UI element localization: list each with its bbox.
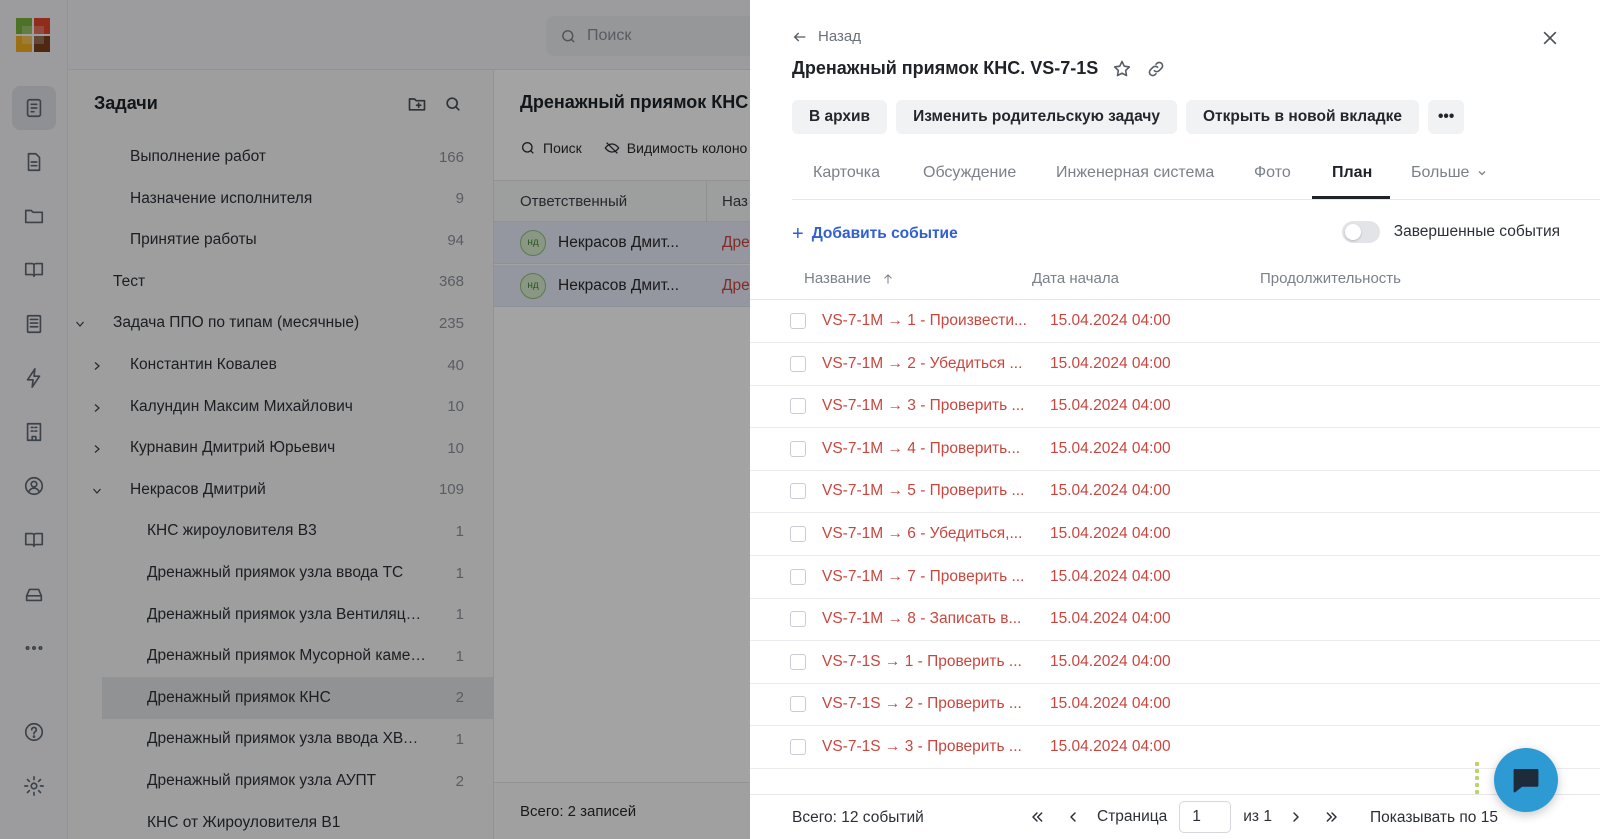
- event-name-link[interactable]: VS-7-1M → 5 - Проверить ...: [822, 482, 1032, 500]
- last-page-button[interactable]: [1320, 802, 1344, 832]
- chat-widget-button[interactable]: [1494, 748, 1558, 812]
- active-tab-indicator: [1312, 196, 1390, 199]
- row-checkbox[interactable]: [790, 611, 806, 628]
- sort-arrow-up-icon: [884, 273, 892, 284]
- row-checkbox[interactable]: [790, 568, 806, 585]
- drawer-actions: В архив Изменить родительскую задачу Отк…: [792, 100, 1465, 134]
- add-event-button[interactable]: + Добавить событие: [792, 224, 958, 244]
- row-checkbox[interactable]: [790, 653, 806, 670]
- row-checkbox[interactable]: [790, 526, 806, 542]
- row-checkbox[interactable]: [790, 739, 806, 755]
- close-icon: [1543, 31, 1557, 45]
- event-name-link[interactable]: VS-7-1M → 1 - Произвести...: [822, 312, 1032, 330]
- event-start-date: 15.04.2024 04:00: [1050, 482, 1171, 500]
- event-start-date: 15.04.2024 04:00: [1050, 525, 1171, 542]
- events-footer: Всего: 12 событий Страница из 1 Показыва…: [750, 794, 1600, 839]
- page-size-select[interactable]: Показывать по 15: [1370, 809, 1498, 827]
- prev-page-button[interactable]: [1061, 802, 1085, 832]
- archive-button[interactable]: В архив: [792, 100, 888, 134]
- event-start-date: 15.04.2024 04:00: [1050, 695, 1171, 713]
- table-row[interactable]: VS-7-1M → 8 - Записать в... 15.04.2024 04…: [750, 598, 1600, 642]
- tab-card[interactable]: Карточка: [813, 164, 880, 182]
- tab-more-label: Больше: [1411, 164, 1470, 181]
- tab-discussion[interactable]: Обсуждение: [923, 164, 1016, 182]
- tab-more[interactable]: Больше: [1411, 164, 1488, 182]
- event-start-date: 15.04.2024 04:00: [1050, 567, 1171, 585]
- close-button[interactable]: [1540, 28, 1560, 48]
- page-number-input[interactable]: [1179, 801, 1232, 833]
- modal-overlay[interactable]: [0, 0, 750, 839]
- drag-handle[interactable]: [1472, 762, 1482, 796]
- link-icon[interactable]: [1146, 59, 1166, 79]
- page-label: Страница: [1097, 808, 1168, 825]
- event-start-date: 15.04.2024 04:00: [1050, 312, 1171, 329]
- event-name-link[interactable]: VS-7-1M → 6 - Убедиться,...: [822, 525, 1032, 543]
- event-start-date: 15.04.2024 04:00: [1050, 738, 1171, 755]
- chevron-right-icon: [1293, 812, 1299, 822]
- table-row[interactable]: VS-7-1M → 6 - Убедиться,... 15.04.2024 04…: [750, 513, 1600, 556]
- event-name-link[interactable]: VS-7-1M → 8 - Записать в...: [822, 610, 1032, 628]
- table-row[interactable]: VS-7-1M → 4 - Проверить... 15.04.2024 04:…: [750, 428, 1600, 471]
- event-name-link[interactable]: VS-7-1S → 3 - Проверить ...: [822, 738, 1032, 756]
- event-name-link[interactable]: VS-7-1M → 7 - Проверить ...: [822, 568, 1032, 586]
- change-parent-button[interactable]: Изменить родительскую задачу: [896, 100, 1177, 134]
- pagination: Страница из 1: [1025, 801, 1344, 833]
- drawer-title-row: Дренажный приямок КНС. VS-7-1S: [792, 58, 1166, 79]
- back-label: Назад: [818, 28, 861, 45]
- task-drawer: Назад Дренажный приямок КНС. VS-7-1S В а…: [750, 0, 1600, 839]
- table-row[interactable]: VS-7-1M → 2 - Убедиться ... 15.04.2024 04…: [750, 343, 1600, 386]
- page-of-label: из 1: [1243, 808, 1272, 825]
- events-total: Всего: 12 событий: [792, 809, 924, 826]
- add-event-label: Добавить событие: [811, 225, 958, 242]
- table-row[interactable]: VS-7-1S → 2 - Проверить ... 15.04.2024 04…: [750, 683, 1600, 727]
- row-checkbox[interactable]: [790, 696, 806, 713]
- drawer-tabs: Карточка Обсуждение Инженерная система Ф…: [792, 150, 1600, 200]
- events-table-header: Название Дата начала Продолжительность: [750, 262, 1600, 300]
- event-name-link[interactable]: VS-7-1M → 3 - Проверить ...: [822, 397, 1032, 415]
- chat-icon: [1513, 769, 1539, 793]
- chevrons-right-icon: [1326, 812, 1337, 822]
- table-row[interactable]: VS-7-1M → 1 - Произвести... 15.04.2024 04…: [750, 300, 1600, 343]
- chevron-down-icon: [1478, 170, 1486, 176]
- back-button[interactable]: Назад: [792, 28, 861, 45]
- event-start-date: 15.04.2024 04:00: [1050, 439, 1171, 457]
- completed-events-label: Завершенные события: [1393, 223, 1560, 240]
- row-checkbox[interactable]: [790, 440, 806, 457]
- event-start-date: 15.04.2024 04:00: [1050, 610, 1171, 628]
- row-checkbox[interactable]: [790, 483, 806, 500]
- star-icon[interactable]: [1112, 59, 1132, 79]
- row-checkbox[interactable]: [790, 313, 806, 329]
- table-row[interactable]: VS-7-1M → 7 - Проверить ... 15.04.2024 04…: [750, 556, 1600, 599]
- plus-icon: +: [792, 223, 804, 245]
- event-name-link[interactable]: VS-7-1M → 2 - Убедиться ...: [822, 355, 1032, 373]
- table-row[interactable]: VS-7-1M → 5 - Проверить ... 15.04.2024 04…: [750, 470, 1600, 514]
- completed-events-toggle-row: Завершенные события: [1341, 221, 1560, 243]
- event-start-date: 15.04.2024 04:00: [1050, 397, 1171, 415]
- drawer-title: Дренажный приямок КНС. VS-7-1S: [792, 58, 1099, 78]
- column-start-date[interactable]: Дата начала: [1032, 270, 1119, 287]
- event-name-link[interactable]: VS-7-1S → 2 - Проверить ...: [822, 695, 1032, 713]
- table-row[interactable]: VS-7-1S → 1 - Проверить ... 15.04.2024 04…: [750, 641, 1600, 684]
- table-row[interactable]: VS-7-1M → 3 - Проверить ... 15.04.2024 04…: [750, 385, 1600, 429]
- tab-plan[interactable]: План: [1332, 164, 1372, 182]
- arrow-left-icon: [793, 32, 806, 41]
- row-checkbox[interactable]: [790, 355, 806, 372]
- column-event-name-label: Название: [804, 270, 872, 287]
- event-name-link[interactable]: VS-7-1S → 1 - Проверить ...: [822, 653, 1032, 671]
- event-name-link[interactable]: VS-7-1M → 4 - Проверить...: [822, 440, 1032, 458]
- column-duration[interactable]: Продолжительность: [1260, 270, 1401, 287]
- completed-events-toggle[interactable]: [1341, 221, 1380, 243]
- tab-photo[interactable]: Фото: [1254, 164, 1291, 182]
- next-page-button[interactable]: [1284, 802, 1308, 832]
- tab-engineering-system[interactable]: Инженерная система: [1056, 164, 1214, 182]
- first-page-button[interactable]: [1025, 802, 1049, 832]
- open-new-tab-button[interactable]: Открыть в новой вкладке: [1185, 100, 1419, 134]
- event-start-date: 15.04.2024 04:00: [1050, 354, 1171, 372]
- chevron-left-icon: [1070, 812, 1076, 822]
- chevrons-left-icon: [1032, 812, 1043, 822]
- more-actions-button[interactable]: •••: [1427, 100, 1465, 134]
- event-start-date: 15.04.2024 04:00: [1050, 652, 1171, 670]
- column-event-name[interactable]: Название: [804, 270, 895, 287]
- row-checkbox[interactable]: [790, 398, 806, 415]
